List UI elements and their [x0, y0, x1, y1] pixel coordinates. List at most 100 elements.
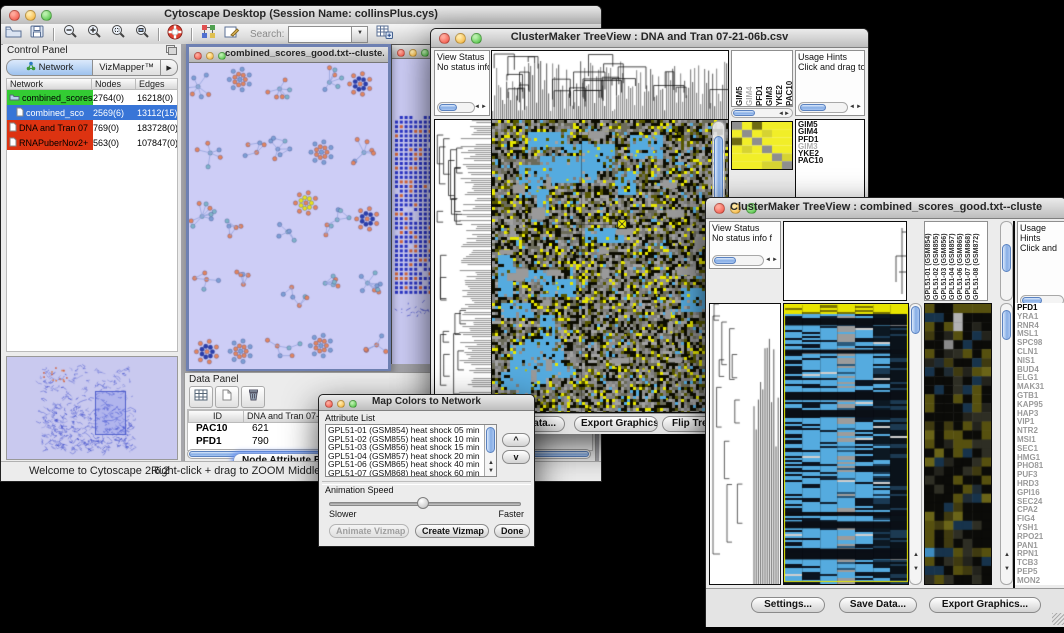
scrollbar-thumb[interactable]: [733, 110, 755, 116]
dialog-titlebar[interactable]: Map Colors to Network: [319, 395, 534, 411]
scroll-right-icon[interactable]: ►: [856, 104, 862, 110]
scroll-up-icon[interactable]: ▲: [488, 460, 494, 466]
animate-vizmap-button[interactable]: Animate Vizmap: [329, 524, 409, 538]
tv2-row-dendrogram[interactable]: [710, 304, 780, 584]
scrollbar-thumb[interactable]: [714, 257, 736, 264]
scroll-right-icon[interactable]: ►: [481, 104, 487, 110]
resize-grip[interactable]: [1052, 613, 1064, 625]
close-button[interactable]: [397, 49, 405, 57]
treeview1-titlebar[interactable]: ClusterMaker TreeView : DNA and Tran 07-…: [431, 29, 868, 48]
scroll-left-icon[interactable]: ◄: [765, 257, 771, 263]
tab-overflow-button[interactable]: ▶: [161, 59, 178, 76]
tv2-zoomview-vscrollbar[interactable]: ▲ ▼: [1000, 303, 1013, 585]
save-data-button[interactable]: Save Data...: [839, 597, 917, 613]
network-frame-titlebar[interactable]: combined_scores_good.txt--cluste...: [189, 47, 388, 63]
select-attributes-button[interactable]: [189, 386, 213, 408]
slider-thumb[interactable]: [417, 497, 429, 509]
attribute-list-vscrollbar[interactable]: ▲ ▼: [484, 425, 496, 476]
tv1-collabel-hscrollbar[interactable]: ◄ ►: [731, 108, 793, 118]
column-header-network[interactable]: Network: [6, 78, 92, 90]
column-header-edges[interactable]: Edges: [136, 78, 178, 90]
tv1-zoom-view[interactable]: [732, 122, 792, 169]
vizmapper-button[interactable]: [196, 25, 220, 44]
tv2-status-hscrollbar[interactable]: [712, 255, 764, 266]
attribute-list-item[interactable]: GPL51-01 (GSM854) heat shock 05 min: [328, 426, 483, 435]
help-button[interactable]: [163, 25, 187, 44]
create-vizmap-button[interactable]: Create Vizmap: [415, 524, 489, 538]
tv2-heatmap[interactable]: [784, 304, 908, 584]
search-dropdown-button[interactable]: ▼: [352, 26, 368, 43]
close-button[interactable]: [194, 52, 202, 60]
scroll-left-icon[interactable]: ◄: [849, 104, 855, 110]
scrollbar-thumb[interactable]: [486, 427, 495, 453]
scroll-up-icon[interactable]: ▲: [913, 552, 919, 558]
network-row[interactable]: combined_sco2569(6)13112(15): [7, 105, 177, 120]
treeview2-window: ClusterMaker TreeView : combined_scores_…: [705, 197, 1064, 627]
column-header-id[interactable]: ID: [188, 410, 244, 423]
float-panel-icon[interactable]: [166, 45, 177, 58]
tv1-column-dendrogram[interactable]: [492, 51, 728, 119]
settings-button[interactable]: Settings...: [751, 597, 825, 613]
tv2-column-dendrogram[interactable]: [784, 222, 906, 300]
done-button[interactable]: Done: [494, 524, 530, 538]
zoom-button[interactable]: [421, 49, 429, 57]
search-input[interactable]: [288, 26, 352, 43]
scrollbar-thumb[interactable]: [911, 306, 920, 334]
tv2-zoom-view[interactable]: [925, 304, 991, 584]
scroll-down-icon[interactable]: ▼: [488, 468, 494, 474]
scroll-left-icon[interactable]: ◄: [474, 104, 480, 110]
scroll-up-icon[interactable]: ▲: [1004, 552, 1010, 558]
tv2-heatmap-vscrollbar[interactable]: ▲ ▼: [909, 303, 922, 585]
close-button[interactable]: [9, 10, 20, 21]
network-view-frame[interactable]: combined_scores_good.txt--cluste...: [186, 44, 391, 371]
network-row[interactable]: combined_scores_2764(0)16218(0): [7, 90, 177, 105]
scrollbar-thumb[interactable]: [439, 104, 457, 111]
scroll-right-icon[interactable]: ►: [772, 257, 778, 263]
scroll-down-icon[interactable]: ▼: [913, 566, 919, 572]
create-attribute-button[interactable]: [215, 386, 239, 408]
scrollbar-thumb[interactable]: [1002, 244, 1011, 272]
attribute-list-item[interactable]: GPL51-04 (GSM857) heat shock 20 min: [328, 452, 483, 461]
tv2-collabel-vscrollbar[interactable]: [1000, 221, 1013, 301]
move-attribute-down-button[interactable]: v: [502, 450, 530, 464]
attribute-listbox[interactable]: GPL51-01 (GSM854) heat shock 05 minGPL51…: [325, 424, 497, 477]
scrollbar-thumb[interactable]: [1002, 310, 1011, 340]
network-row[interactable]: RNAPuberNov2+563(0)107847(0): [7, 135, 177, 150]
network-canvas[interactable]: [189, 63, 388, 369]
zoom-out-button[interactable]: [58, 25, 82, 44]
tv1-row-dendrogram[interactable]: [435, 120, 491, 412]
close-button[interactable]: [325, 400, 333, 408]
zoom-selected-button[interactable]: [106, 25, 130, 44]
tab-network[interactable]: Network: [6, 59, 93, 76]
attribute-list-item[interactable]: GPL51-07 (GSM868) heat shock 60 min: [328, 469, 483, 477]
tv1-status-hscrollbar[interactable]: [437, 102, 475, 113]
treeview2-titlebar[interactable]: ClusterMaker TreeView : combined_scores_…: [706, 198, 1064, 219]
attribute-list-item[interactable]: GPL51-06 (GSM865) heat shock 40 min: [328, 460, 483, 469]
export-graphics-button[interactable]: Export Graphics...: [574, 416, 658, 432]
zoom-in-button[interactable]: [82, 25, 106, 44]
attribute-list-item[interactable]: GPL51-02 (GSM855) heat shock 10 min: [328, 435, 483, 444]
minimize-button[interactable]: [409, 49, 417, 57]
tv1-heatmap[interactable]: [492, 120, 728, 412]
scrollbar-thumb[interactable]: [800, 104, 826, 111]
save-session-button[interactable]: [25, 25, 49, 44]
network-row[interactable]: DNA and Tran 07769(0)183728(0): [7, 120, 177, 135]
export-graphics-button[interactable]: Export Graphics...: [929, 597, 1041, 613]
scroll-down-icon[interactable]: ▼: [1004, 566, 1010, 572]
open-session-button[interactable]: [1, 25, 25, 44]
tv1-usage-hscrollbar[interactable]: [798, 102, 848, 113]
close-button[interactable]: [714, 203, 725, 214]
main-titlebar[interactable]: Cytoscape Desktop (Session Name: collins…: [1, 6, 601, 25]
annotation-button[interactable]: [220, 25, 244, 44]
close-button[interactable]: [439, 33, 450, 44]
import-table-button[interactable]: [372, 25, 396, 44]
birds-eye-view[interactable]: [6, 356, 178, 460]
attribute-list-item[interactable]: GPL51-03 (GSM856) heat shock 15 min: [328, 443, 483, 452]
move-attribute-up-button[interactable]: ^: [502, 433, 530, 447]
zoom-fit-button[interactable]: [130, 25, 154, 44]
minimize-button[interactable]: [206, 52, 214, 60]
delete-attribute-button[interactable]: [241, 386, 265, 408]
scroll-right-icon[interactable]: ►: [784, 111, 790, 117]
tab-vizmapper[interactable]: VizMapper™: [93, 59, 161, 76]
column-header-nodes[interactable]: Nodes: [92, 78, 136, 90]
